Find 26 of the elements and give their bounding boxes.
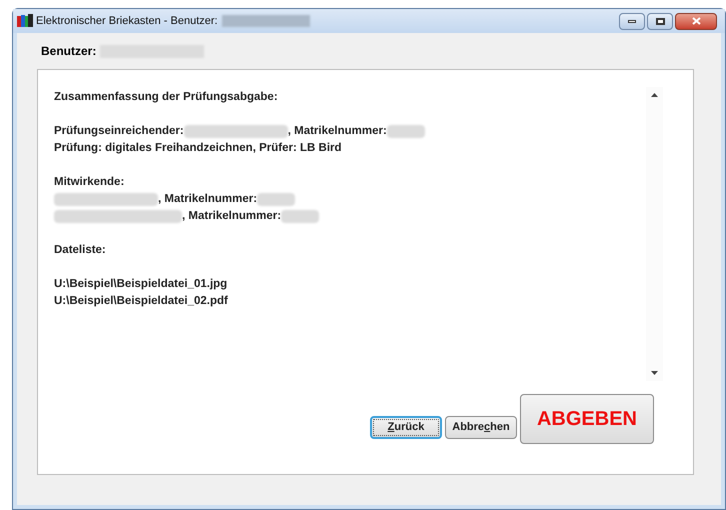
summary-text: Prüfungseinreichender: bbox=[54, 124, 184, 139]
scroll-down-icon bbox=[651, 371, 658, 375]
summary-text: , Matrikelnummer: bbox=[288, 124, 387, 139]
scrollbar[interactable] bbox=[646, 87, 663, 381]
summary-text: U:\Beispiel\Beispieldatei_02.pdf bbox=[54, 294, 228, 309]
back-button[interactable]: Zurück bbox=[370, 416, 442, 439]
summary-text: Dateliste: bbox=[54, 242, 106, 258]
redaction-bar bbox=[386, 125, 425, 138]
minimize-button[interactable] bbox=[619, 12, 645, 30]
cancel-button[interactable]: Abbrechen bbox=[445, 416, 517, 439]
app-logo-icon bbox=[17, 14, 33, 28]
user-label: Benutzer: bbox=[41, 43, 96, 60]
close-icon bbox=[692, 17, 700, 25]
summary-text: , Matrikelnummer: bbox=[158, 192, 258, 207]
scroll-up-icon bbox=[651, 93, 658, 97]
redaction-bar bbox=[257, 193, 296, 206]
window-title: Elektronischer Briekasten - Benutzer: bbox=[36, 14, 218, 29]
redaction-bar bbox=[281, 210, 320, 223]
maximize-button[interactable] bbox=[647, 12, 673, 30]
summary-text: Mitwirkende: bbox=[54, 174, 124, 190]
close-button[interactable] bbox=[675, 12, 717, 30]
summary-text: Prüfung: digitales Freihandzeichnen, Prüfer: LB Bird bbox=[54, 140, 342, 156]
summary-heading: Zusammenfassung der Prüfungsabgabe: bbox=[54, 90, 278, 105]
summary-text: U:\Beispiel\Beispieldatei_01.jpg bbox=[54, 276, 228, 292]
summary-text: , Matrikelnummer: bbox=[182, 208, 282, 224]
submit-button[interactable]: ABGEBEN bbox=[520, 394, 654, 444]
